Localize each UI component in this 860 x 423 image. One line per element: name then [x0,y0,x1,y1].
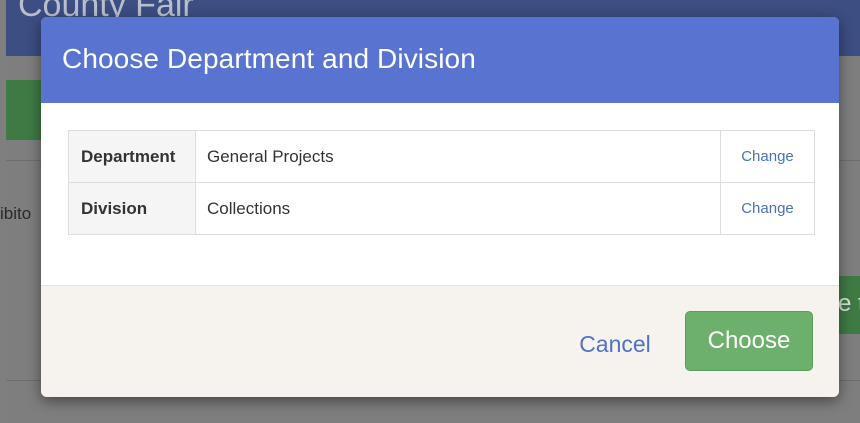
department-division-table: Department General Projects Change Divis… [68,130,815,235]
background-side-button-label: e t [838,290,860,317]
choose-button[interactable]: Choose [685,311,813,371]
department-action-cell: Change [720,130,815,183]
modal-footer: Cancel Choose [41,285,839,397]
department-label: Department [81,146,176,166]
division-label-cell: Division [68,182,196,235]
change-department-link[interactable]: Change [741,148,794,165]
modal-body: Department General Projects Change Divis… [41,103,839,285]
cancel-button[interactable]: Cancel [563,324,667,364]
modal-header: Choose Department and Division [41,17,839,103]
background-green-bar [6,80,46,140]
modal-title: Choose Department and Division [62,43,476,74]
division-value: Collections [207,198,291,218]
choose-department-modal: Choose Department and Division Departmen… [41,17,839,397]
table-row-division: Division Collections Change [68,182,815,235]
department-value: General Projects [207,146,334,166]
department-label-cell: Department [68,130,196,183]
department-value-cell: General Projects [195,130,721,183]
background-side-text: ibito [0,204,32,223]
table-row-department: Department General Projects Change [68,130,815,183]
change-division-link[interactable]: Change [741,200,794,217]
division-value-cell: Collections [195,182,721,235]
division-action-cell: Change [720,182,815,235]
division-label: Division [81,198,148,218]
